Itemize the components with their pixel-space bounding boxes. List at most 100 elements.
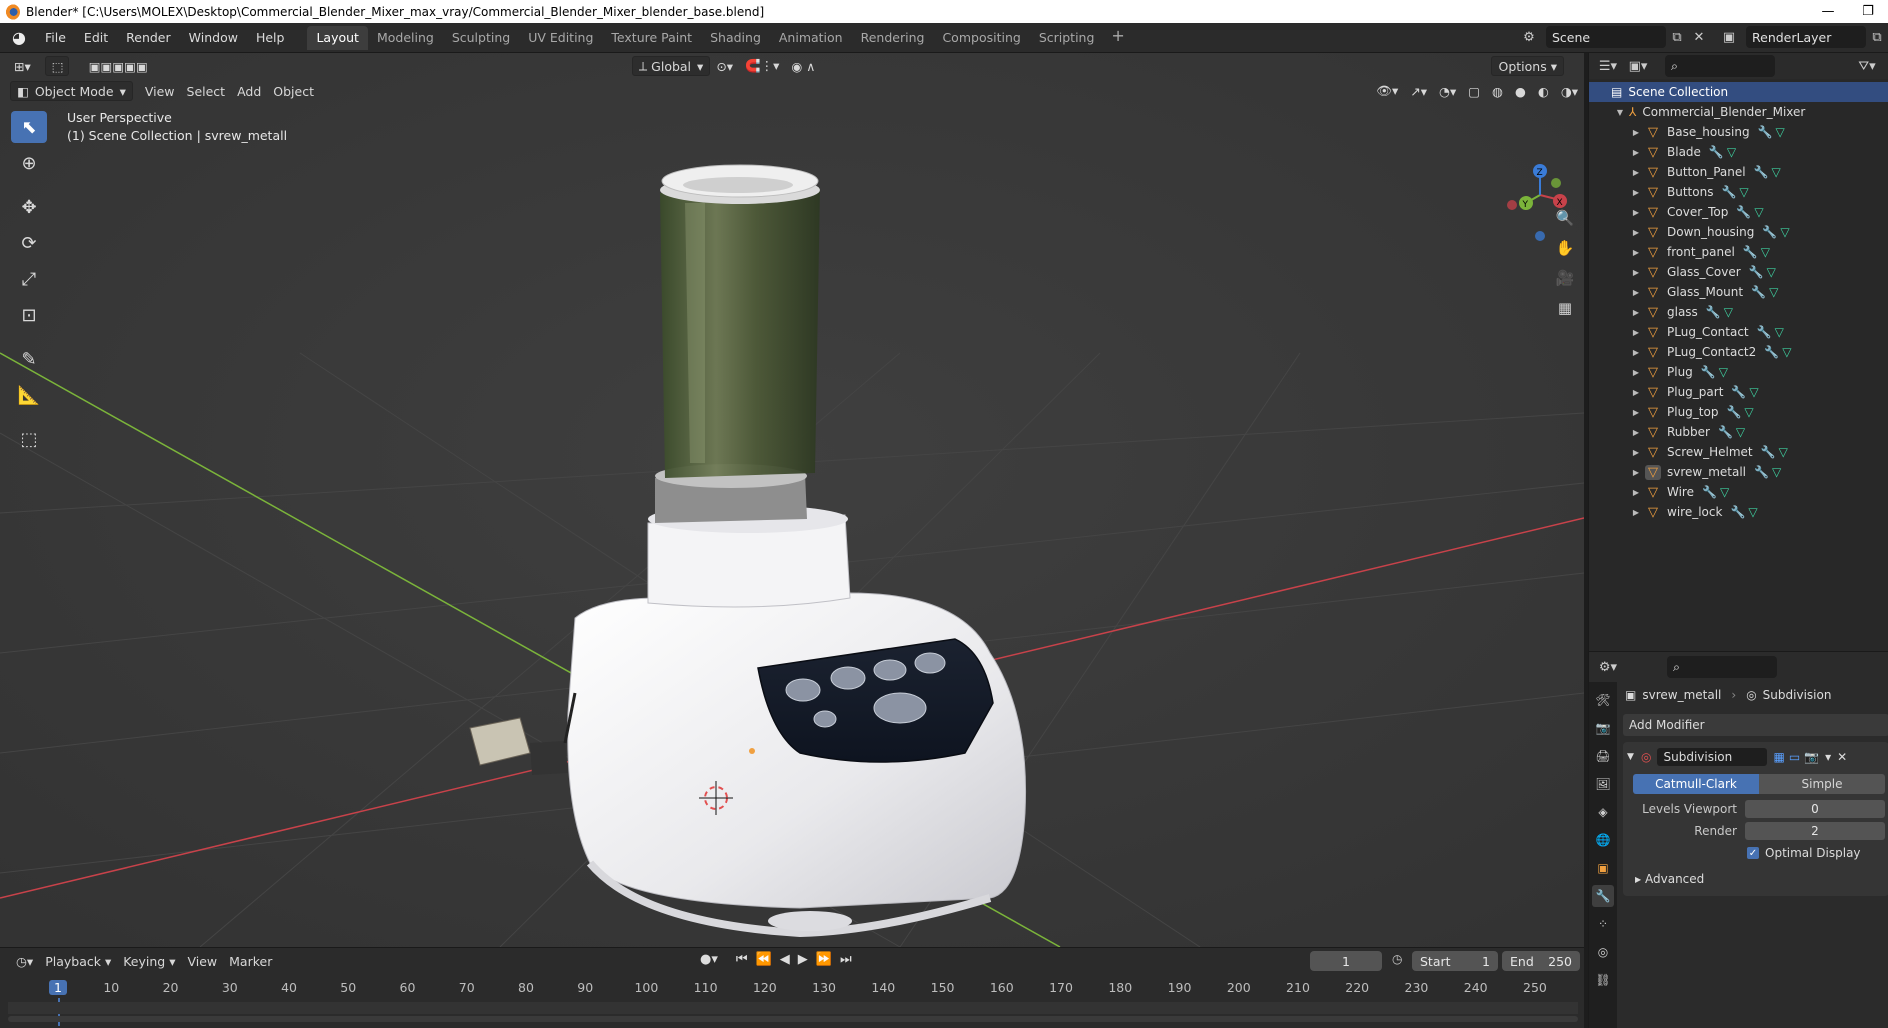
ortho-grid-icon[interactable]: ▦ xyxy=(1552,295,1578,321)
edit-mode-toggle-icon[interactable]: ▦ xyxy=(1773,750,1784,764)
expand-triangle-icon[interactable]: ▶ xyxy=(1631,168,1641,177)
jump-start-icon[interactable]: ⏮ xyxy=(736,952,748,967)
expand-triangle-icon[interactable]: ▶ xyxy=(1631,368,1641,377)
viewport-menu-select[interactable]: Select xyxy=(181,81,232,101)
expand-triangle-icon[interactable]: ▶ xyxy=(1631,288,1641,297)
mesh-data-icon[interactable]: ▽ xyxy=(1779,445,1788,459)
shading-wireframe-icon[interactable]: ◍ xyxy=(1486,81,1509,101)
move-tool-icon[interactable]: ✥ xyxy=(11,191,47,223)
object-mode-dropdown[interactable]: ◧ Object Mode ▾ xyxy=(10,81,133,101)
expand-triangle-icon[interactable]: ▶ xyxy=(1631,228,1641,237)
menu-edit[interactable]: Edit xyxy=(75,27,117,49)
viewport-toggle-icon[interactable]: ▭ xyxy=(1789,750,1800,764)
tab-animation[interactable]: Animation xyxy=(770,26,852,50)
outliner-editor-type-icon[interactable]: ☰▾ xyxy=(1597,55,1619,77)
outliner-item-plug-top[interactable]: ▶ ▽ Plug_top 🔧 ▽ xyxy=(1589,402,1888,422)
expand-triangle-icon[interactable]: ▶ xyxy=(1631,428,1641,437)
window-restore-button[interactable]: ❐ xyxy=(1848,4,1888,19)
outliner-item-plug[interactable]: ▶ ▽ Plug 🔧 ▽ xyxy=(1589,362,1888,382)
timeline-menu-playback[interactable]: Playback ▾ xyxy=(39,951,117,971)
modifier-wrench-icon[interactable]: 🔧 xyxy=(1702,485,1717,499)
optimal-display-checkbox[interactable]: ✓ xyxy=(1747,847,1759,859)
modifier-wrench-icon[interactable]: 🔧 xyxy=(1764,345,1779,359)
outliner-item-front-panel[interactable]: ▶ ▽ front_panel 🔧 ▽ xyxy=(1589,242,1888,262)
modifier-wrench-icon[interactable]: 🔧 xyxy=(1736,205,1751,219)
expand-triangle-icon[interactable]: ▶ xyxy=(1631,488,1641,497)
visibility-icon[interactable]: 👁▾ xyxy=(1370,81,1404,101)
modifier-wrench-icon[interactable]: 🔧 xyxy=(1701,365,1716,379)
expand-triangle-icon[interactable]: ▶ xyxy=(1631,268,1641,277)
modifier-wrench-icon[interactable]: 🔧 xyxy=(1706,305,1721,319)
add-cube-tool-icon[interactable]: ⬚ xyxy=(11,423,47,455)
outliner-item-rubber[interactable]: ▶ ▽ Rubber 🔧 ▽ xyxy=(1589,422,1888,442)
outliner-item-svrew-metall[interactable]: ▶ ▽ svrew_metall 🔧 ▽ xyxy=(1589,462,1888,482)
mesh-data-icon[interactable]: ▽ xyxy=(1744,405,1753,419)
mesh-data-icon[interactable]: ▽ xyxy=(1775,325,1784,339)
viewport-menu-view[interactable]: View xyxy=(139,81,181,101)
simple-button[interactable]: Simple xyxy=(1759,774,1885,794)
outliner-item-cover-top[interactable]: ▶ ▽ Cover_Top 🔧 ▽ xyxy=(1589,202,1888,222)
timeline-menu-view[interactable]: View xyxy=(181,951,223,971)
expand-triangle-icon[interactable]: ▶ xyxy=(1631,128,1641,137)
menu-render[interactable]: Render xyxy=(117,27,180,49)
modifier-wrench-icon[interactable]: 🔧 xyxy=(1743,245,1758,259)
expand-triangle-icon[interactable]: ▶ xyxy=(1631,208,1641,217)
play-reverse-icon[interactable]: ◀ xyxy=(780,952,790,967)
modifier-name-field[interactable]: Subdivision xyxy=(1657,748,1768,766)
rotate-tool-icon[interactable]: ⟳ xyxy=(11,227,47,259)
modifier-wrench-icon[interactable]: 🔧 xyxy=(1726,405,1741,419)
outliner-item-buttons[interactable]: ▶ ▽ Buttons 🔧 ▽ xyxy=(1589,182,1888,202)
modifier-wrench-icon[interactable]: 🔧 xyxy=(1751,285,1766,299)
view-layer-tab-icon[interactable]: 🖼 xyxy=(1592,773,1614,795)
tool-tab-icon[interactable]: 🛠 xyxy=(1592,689,1614,711)
viewport-menu-object[interactable]: Object xyxy=(267,81,320,101)
display-mode-icon[interactable]: ▣▾ xyxy=(1627,55,1649,77)
expand-triangle-icon[interactable]: ▶ xyxy=(1631,408,1641,417)
outliner-item-button-panel[interactable]: ▶ ▽ Button_Panel 🔧 ▽ xyxy=(1589,162,1888,182)
properties-search-input[interactable]: ⌕ xyxy=(1667,656,1777,678)
output-tab-icon[interactable]: 🖨 xyxy=(1592,745,1614,767)
overlays-toggle-icon[interactable]: ◔▾ xyxy=(1433,81,1462,101)
outliner-item-screw-helmet[interactable]: ▶ ▽ Screw_Helmet 🔧 ▽ xyxy=(1589,442,1888,462)
window-minimize-button[interactable]: — xyxy=(1808,4,1848,19)
shading-material-icon[interactable]: ◐ xyxy=(1532,81,1555,101)
clock-icon[interactable]: ◷ xyxy=(1392,952,1402,966)
object-tab-icon[interactable]: ▣ xyxy=(1592,857,1614,879)
modifier-wrench-icon[interactable]: 🔧 xyxy=(1757,325,1772,339)
new-view-layer-icon[interactable]: ⧉ xyxy=(1866,26,1888,48)
tab-shading[interactable]: Shading xyxy=(701,26,770,50)
tab-compositing[interactable]: Compositing xyxy=(933,26,1029,50)
view-layer-icon[interactable]: ▣ xyxy=(1718,26,1740,48)
mesh-data-icon[interactable]: ▽ xyxy=(1727,145,1736,159)
properties-editor-type-icon[interactable]: ⚙▾ xyxy=(1597,656,1619,678)
timeline-scrollbar[interactable] xyxy=(8,1016,1578,1022)
tab-texture-paint[interactable]: Texture Paint xyxy=(602,26,701,50)
camera-view-icon[interactable]: 🎥 xyxy=(1552,265,1578,291)
mesh-data-icon[interactable]: ▽ xyxy=(1776,125,1785,139)
expand-triangle-icon[interactable]: ▶ xyxy=(1631,468,1641,477)
tab-sculpting[interactable]: Sculpting xyxy=(443,26,519,50)
cursor-tool-icon[interactable]: ⊕ xyxy=(11,147,47,179)
remove-modifier-icon[interactable]: ✕ xyxy=(1837,750,1847,764)
start-frame-field[interactable]: Start 1 xyxy=(1412,951,1498,971)
modifier-wrench-icon[interactable]: 🔧 xyxy=(1761,445,1776,459)
shading-solid-icon[interactable]: ● xyxy=(1509,81,1532,101)
mesh-data-icon[interactable]: ▽ xyxy=(1749,385,1758,399)
outliner-item-glass-cover[interactable]: ▶ ▽ Glass_Cover 🔧 ▽ xyxy=(1589,262,1888,282)
mesh-data-icon[interactable]: ▽ xyxy=(1767,265,1776,279)
mesh-data-icon[interactable]: ▽ xyxy=(1719,365,1728,379)
pivot-point-icon[interactable]: ⊙▾ xyxy=(710,56,739,76)
levels-viewport-field[interactable]: 0 xyxy=(1745,800,1885,818)
shading-rendered-icon[interactable]: ◑▾ xyxy=(1555,81,1584,101)
expand-chevron-icon[interactable]: ▼ xyxy=(1627,752,1641,762)
tab-modeling[interactable]: Modeling xyxy=(368,26,443,50)
timeline-editor-type-icon[interactable]: ◷▾ xyxy=(10,951,39,971)
outliner-item-plug-contact2[interactable]: ▶ ▽ PLug_Contact2 🔧 ▽ xyxy=(1589,342,1888,362)
modifier-wrench-icon[interactable]: 🔧 xyxy=(1731,385,1746,399)
mesh-data-icon[interactable]: ▽ xyxy=(1748,505,1757,519)
select-box-tool-icon[interactable]: ⬚ xyxy=(44,56,69,76)
gizmo-toggle-icon[interactable]: ↗▾ xyxy=(1404,81,1433,101)
outliner-item-base-housing[interactable]: ▶ ▽ Base_housing 🔧 ▽ xyxy=(1589,122,1888,142)
transform-orientation-dropdown[interactable]: ⟂ Global ▾ xyxy=(631,56,711,76)
expand-triangle-icon[interactable]: ▼ xyxy=(1615,108,1625,117)
